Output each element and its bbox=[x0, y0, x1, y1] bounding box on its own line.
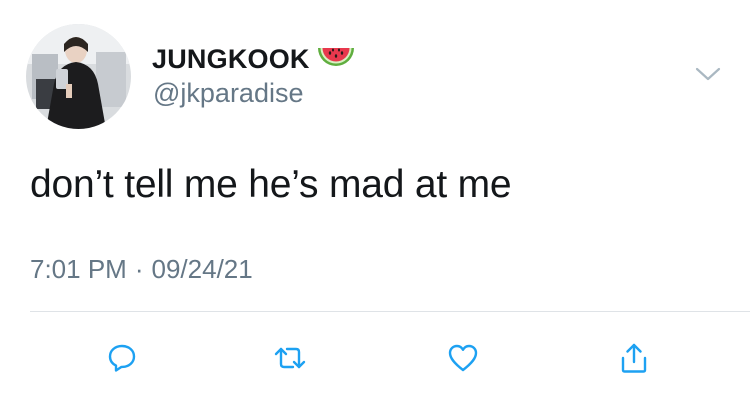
timestamp-separator: · bbox=[134, 254, 144, 284]
tweet-date: 09/24/21 bbox=[151, 254, 253, 284]
user-handle[interactable]: @jkparadise bbox=[153, 78, 303, 109]
tweet-card: JUNGKOOK @jkparadise don’t tell me he’s … bbox=[0, 0, 750, 401]
retweet-icon bbox=[274, 347, 306, 369]
tweet-time: 7:01 PM bbox=[30, 254, 127, 284]
avatar-photo bbox=[26, 24, 131, 129]
display-name[interactable]: JUNGKOOK bbox=[152, 44, 310, 75]
chevron-down-icon[interactable] bbox=[694, 64, 722, 84]
share-button[interactable] bbox=[612, 336, 656, 380]
avatar[interactable] bbox=[26, 24, 131, 129]
like-button[interactable] bbox=[441, 336, 485, 380]
heart-icon bbox=[448, 344, 478, 372]
reply-button[interactable] bbox=[100, 336, 144, 380]
reply-bubble-icon bbox=[108, 344, 136, 372]
timestamp[interactable]: 7:01 PM · 09/24/21 bbox=[30, 254, 253, 285]
divider bbox=[30, 311, 750, 312]
retweet-button[interactable] bbox=[268, 336, 312, 380]
author-name-row[interactable]: JUNGKOOK bbox=[152, 42, 356, 76]
watermelon-emoji-icon bbox=[316, 44, 356, 77]
tweet-text: don’t tell me he’s mad at me bbox=[30, 163, 512, 206]
share-icon bbox=[621, 343, 647, 373]
